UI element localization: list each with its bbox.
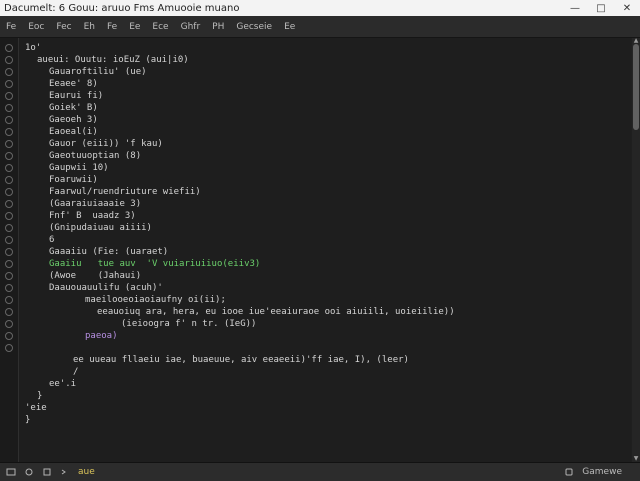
menu-item[interactable]: Eoc bbox=[22, 22, 50, 32]
gutter-marker-icon[interactable] bbox=[5, 104, 13, 112]
code-line: Goiek' B) bbox=[49, 103, 98, 113]
menu-item[interactable]: Ghfr bbox=[175, 22, 207, 32]
gutter-marker-icon[interactable] bbox=[5, 224, 13, 232]
status-bar: aue Gamewe bbox=[0, 462, 640, 481]
minimize-icon[interactable]: — bbox=[562, 0, 588, 16]
gutter-marker-icon[interactable] bbox=[5, 284, 13, 292]
window-title: Dacumelt: 6 Gouu: aruuo Fms Amuooie muan… bbox=[4, 2, 240, 14]
square-icon[interactable] bbox=[40, 465, 54, 479]
maximize-icon[interactable]: □ bbox=[588, 0, 614, 16]
code-line: (ieioogra f' n tr. (IeG)) bbox=[121, 319, 257, 329]
gutter-marker-icon[interactable] bbox=[5, 92, 13, 100]
code-line: } bbox=[25, 415, 31, 425]
code-line: (Awoe (Jahaui) bbox=[49, 271, 142, 281]
code-line: Gauor (eiii)) 'f kau) bbox=[49, 139, 163, 149]
menu-item[interactable]: Fe bbox=[0, 22, 22, 32]
gutter-marker-icon[interactable] bbox=[5, 260, 13, 268]
gutter-marker-icon[interactable] bbox=[5, 344, 13, 352]
gutter-marker-icon[interactable] bbox=[5, 308, 13, 316]
code-line: Fnf' B uaadz 3) bbox=[49, 211, 136, 221]
gutter-marker-icon[interactable] bbox=[5, 188, 13, 196]
menu-item[interactable]: Fe bbox=[101, 22, 123, 32]
code-line: Gauaroftiliu' (ue) bbox=[49, 67, 147, 77]
menu-item[interactable]: PH bbox=[206, 22, 230, 32]
code-line: (Gaaraiuiaaaie 3) bbox=[49, 199, 142, 209]
code-line: Gaeoeh 3) bbox=[49, 115, 98, 125]
gutter-marker-icon[interactable] bbox=[5, 296, 13, 304]
code-line: Eeaee' 8) bbox=[49, 79, 98, 89]
gutter-marker-icon[interactable] bbox=[5, 200, 13, 208]
folder-icon[interactable] bbox=[4, 465, 18, 479]
gutter-marker-icon[interactable] bbox=[5, 248, 13, 256]
gutter-marker-icon[interactable] bbox=[5, 212, 13, 220]
menu-item[interactable]: Ee bbox=[278, 22, 301, 32]
gutter-marker-icon[interactable] bbox=[5, 320, 13, 328]
gutter-marker-icon[interactable] bbox=[5, 68, 13, 76]
gutter-marker-icon[interactable] bbox=[5, 56, 13, 64]
code-line: ee uueau fllaeiu iae, buaeuue, aiv eeaee… bbox=[73, 355, 409, 365]
refresh-icon[interactable] bbox=[22, 465, 36, 479]
code-line: aueui: Ouutu: ioEuZ (aui|i​0) bbox=[37, 55, 189, 65]
terminal-icon[interactable] bbox=[58, 465, 72, 479]
code-line: Daauouauulifu (acuh)' bbox=[49, 283, 163, 293]
code-line: Foaruwii) bbox=[49, 175, 98, 185]
code-line: 6 bbox=[49, 235, 55, 245]
menu-item[interactable]: Eh bbox=[78, 22, 101, 32]
code-line: Eaoeal(i) bbox=[49, 127, 98, 137]
code-line: Gaeotuuoptian (8) bbox=[49, 151, 142, 161]
window-title-bar: Dacumelt: 6 Gouu: aruuo Fms Amuooie muan… bbox=[0, 0, 640, 17]
menu-item[interactable]: Fec bbox=[50, 22, 77, 32]
menu-item[interactable]: Ee bbox=[123, 22, 146, 32]
gutter-marker-icon[interactable] bbox=[5, 80, 13, 88]
vertical-scrollbar[interactable]: ▲ ▼ bbox=[632, 38, 640, 462]
gutter-marker-icon[interactable] bbox=[5, 140, 13, 148]
code-editor[interactable]: 1o' aueui: Ouutu: ioEuZ (aui|i​0) Gauaroft… bbox=[19, 38, 631, 462]
scrollbar-thumb[interactable] bbox=[633, 44, 639, 130]
gutter-marker-icon[interactable] bbox=[5, 332, 13, 340]
close-icon[interactable]: ✕ bbox=[614, 0, 640, 16]
gutter-marker-icon[interactable] bbox=[5, 116, 13, 124]
code-line: Eaurui fi) bbox=[49, 91, 104, 101]
code-line: } bbox=[37, 391, 43, 401]
code-line: / bbox=[73, 367, 79, 377]
code-line: Gaupwii 10) bbox=[49, 163, 109, 173]
gutter-marker-icon[interactable] bbox=[5, 152, 13, 160]
code-line: Faarwul/ruendriuture wiefii) bbox=[49, 187, 201, 197]
menu-item[interactable]: Ece bbox=[146, 22, 174, 32]
code-line: 1o' bbox=[25, 43, 42, 53]
gutter-marker-icon[interactable] bbox=[5, 176, 13, 184]
gutter-marker-icon[interactable] bbox=[5, 272, 13, 280]
code-line: ee'.i bbox=[49, 379, 77, 389]
code-line: maeilooeoiaoiaufny oi(ii); bbox=[85, 295, 226, 305]
gutter-marker-icon[interactable] bbox=[5, 128, 13, 136]
status-right-label: Gamewe bbox=[582, 467, 622, 477]
gutter-marker-icon[interactable] bbox=[5, 44, 13, 52]
menu-item[interactable]: Gecseie bbox=[230, 22, 278, 32]
settings-icon[interactable] bbox=[562, 465, 576, 479]
code-line: Gaaaiiu (Fie: (uaraet) bbox=[49, 247, 169, 257]
code-line: paeoa) bbox=[85, 331, 118, 341]
code-line: Gaaiiu tue auv 'V vuiariuiiuo(eiiv3) bbox=[49, 259, 261, 269]
editor-gutter bbox=[0, 38, 19, 462]
status-left-label: aue bbox=[78, 467, 95, 477]
gutter-marker-icon[interactable] bbox=[5, 164, 13, 172]
code-line: 'eie bbox=[25, 403, 47, 413]
code-line: (Gnipudaiuau aiiii) bbox=[49, 223, 152, 233]
menu-bar: Fe Eoc Fec Eh Fe Ee Ece Ghfr PH Gecseie … bbox=[0, 16, 640, 38]
code-line: eeauoiuq ara, hera, eu iooe iue'eeaiurao… bbox=[97, 307, 455, 317]
gutter-marker-icon[interactable] bbox=[5, 236, 13, 244]
